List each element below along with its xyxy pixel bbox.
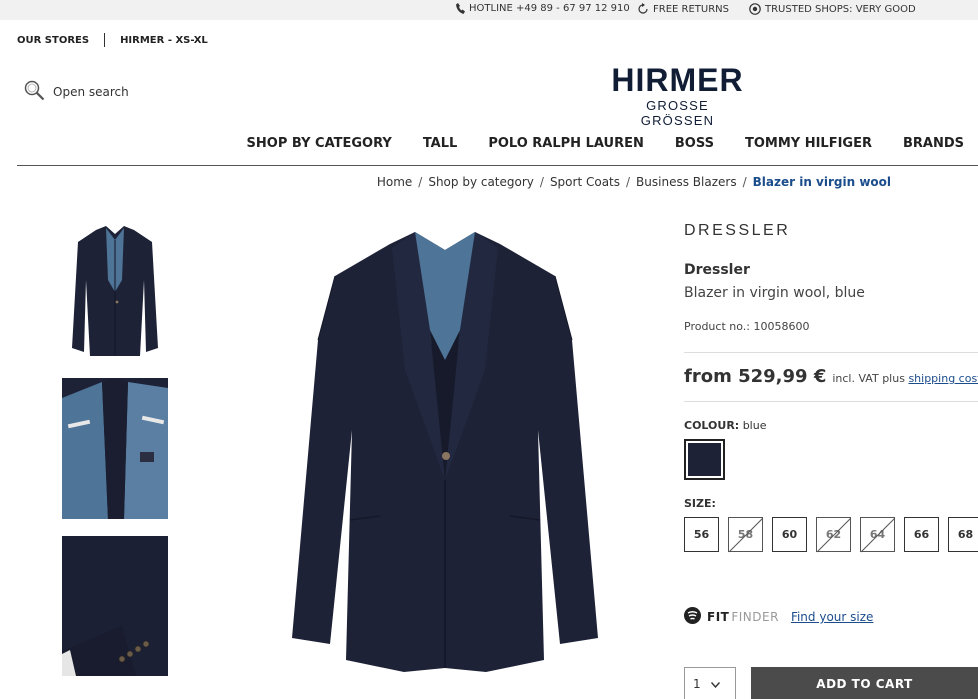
breadcrumb-business-blazers[interactable]: Business Blazers [636, 175, 737, 189]
nav-divider [17, 165, 978, 166]
hotline-item[interactable]: HOTLINE +49 89 - 67 97 12 910 [456, 3, 630, 14]
price-row: from 529,99 € incl. VAT plus shipping co… [684, 366, 978, 387]
size-option-62-unavailable[interactable]: 62 [816, 517, 851, 552]
nav-item-boss[interactable]: BOSS [675, 136, 714, 151]
breadcrumb: Home / Shop by category / Sport Coats / Busine… [377, 175, 891, 189]
trusted-shops-item[interactable]: TRUSTED SHOPS: VERY GOOD [749, 3, 916, 15]
logo-line-1: HIRMER [611, 62, 744, 98]
fit-finder: FIT FINDER Find your size [684, 607, 873, 627]
size-option-64-unavailable[interactable]: 64 [860, 517, 895, 552]
thumbnail-cuff-detail[interactable] [62, 536, 168, 676]
main-navigation: SHOP BY CATEGORY TALL POLO RALPH LAUREN … [247, 136, 964, 151]
phone-icon [456, 3, 465, 14]
vat-note: incl. VAT plus shipping costs [832, 372, 978, 385]
nav-item-shop-by-category[interactable]: SHOP BY CATEGORY [247, 136, 392, 151]
size-option-58-unavailable[interactable]: 58 [728, 517, 763, 552]
shipping-costs-link[interactable]: shipping costs [908, 372, 978, 385]
vat-text: incl. VAT plus [832, 372, 905, 385]
product-number: Product no.: 10058600 [684, 320, 810, 333]
store-links-divider [104, 33, 106, 47]
breadcrumb-separator: / [626, 175, 631, 189]
product-brand: Dressler [684, 262, 750, 278]
nav-item-tall[interactable]: TALL [423, 136, 458, 151]
search-icon [24, 80, 45, 104]
logo-line-2: GROSSE GRÖSSEN [640, 98, 715, 128]
breadcrumb-current: Blazer in virgin wool [752, 175, 891, 189]
fit-finder-fit: FIT [707, 610, 730, 624]
colour-swatch-blue[interactable] [684, 439, 725, 480]
size-option-66[interactable]: 66 [904, 517, 939, 552]
search-label: Open search [53, 85, 129, 99]
size-option-56[interactable]: 56 [684, 517, 719, 552]
open-search-button[interactable]: Open search [24, 80, 129, 104]
quantity-value: 1 [693, 677, 701, 691]
breadcrumb-home[interactable]: Home [377, 175, 412, 189]
size-label: SIZE: [684, 497, 716, 510]
our-stores-link[interactable]: OUR STORES [17, 35, 89, 46]
fit-finder-icon [684, 607, 701, 627]
find-your-size-link[interactable]: Find your size [791, 610, 873, 624]
hirmer-logo[interactable]: HIRMER GROSSE GRÖSSEN [610, 64, 745, 128]
trusted-shops-icon [749, 3, 761, 15]
colour-label-heading: COLOUR: [684, 419, 740, 432]
nav-item-polo-ralph-lauren[interactable]: POLO RALPH LAUREN [488, 136, 644, 151]
add-to-cart-button[interactable]: ADD TO CART [751, 667, 978, 699]
size-selector: 56 58 60 62 64 66 68 [684, 517, 978, 552]
hotline-text: HOTLINE +49 89 - 67 97 12 910 [469, 3, 630, 14]
breadcrumb-sport-coats[interactable]: Sport Coats [550, 175, 620, 189]
main-product-image[interactable] [280, 220, 610, 680]
breadcrumb-shop-by-category[interactable]: Shop by category [428, 175, 534, 189]
free-returns-item[interactable]: FREE RETURNS [637, 3, 729, 15]
chevron-down-icon [710, 677, 720, 691]
nav-item-brands[interactable]: BRANDS [903, 136, 964, 151]
top-utility-bar: HOTLINE +49 89 - 67 97 12 910 FREE RETUR… [0, 0, 978, 20]
trusted-shops-text: TRUSTED SHOPS: VERY GOOD [765, 3, 916, 15]
returns-icon [637, 3, 649, 15]
hirmer-xs-xl-link[interactable]: HIRMER - XS-XL [120, 35, 208, 46]
thumbnail-lining-view[interactable] [62, 378, 168, 519]
breadcrumb-separator: / [742, 175, 747, 189]
colour-label: COLOUR: blue [684, 419, 766, 432]
divider [684, 401, 978, 402]
fit-finder-finder: FINDER [731, 610, 779, 624]
nav-item-tommy-hilfiger[interactable]: TOMMY HILFIGER [745, 136, 872, 151]
store-links: OUR STORES HIRMER - XS-XL [17, 33, 208, 47]
colour-swatch-fill [688, 443, 721, 476]
breadcrumb-separator: / [418, 175, 423, 189]
divider [684, 352, 978, 353]
product-name: Blazer in virgin wool, blue [684, 285, 865, 301]
colour-value: blue [742, 419, 767, 432]
returns-text: FREE RETURNS [653, 3, 729, 15]
size-option-68[interactable]: 68 [948, 517, 978, 552]
brand-logo[interactable]: DRESSLER [684, 222, 790, 240]
thumbnail-front-view[interactable] [62, 220, 168, 365]
quantity-select[interactable]: 1 [684, 667, 736, 699]
size-option-60[interactable]: 60 [772, 517, 807, 552]
product-price: from 529,99 € [684, 366, 827, 387]
breadcrumb-separator: / [539, 175, 544, 189]
